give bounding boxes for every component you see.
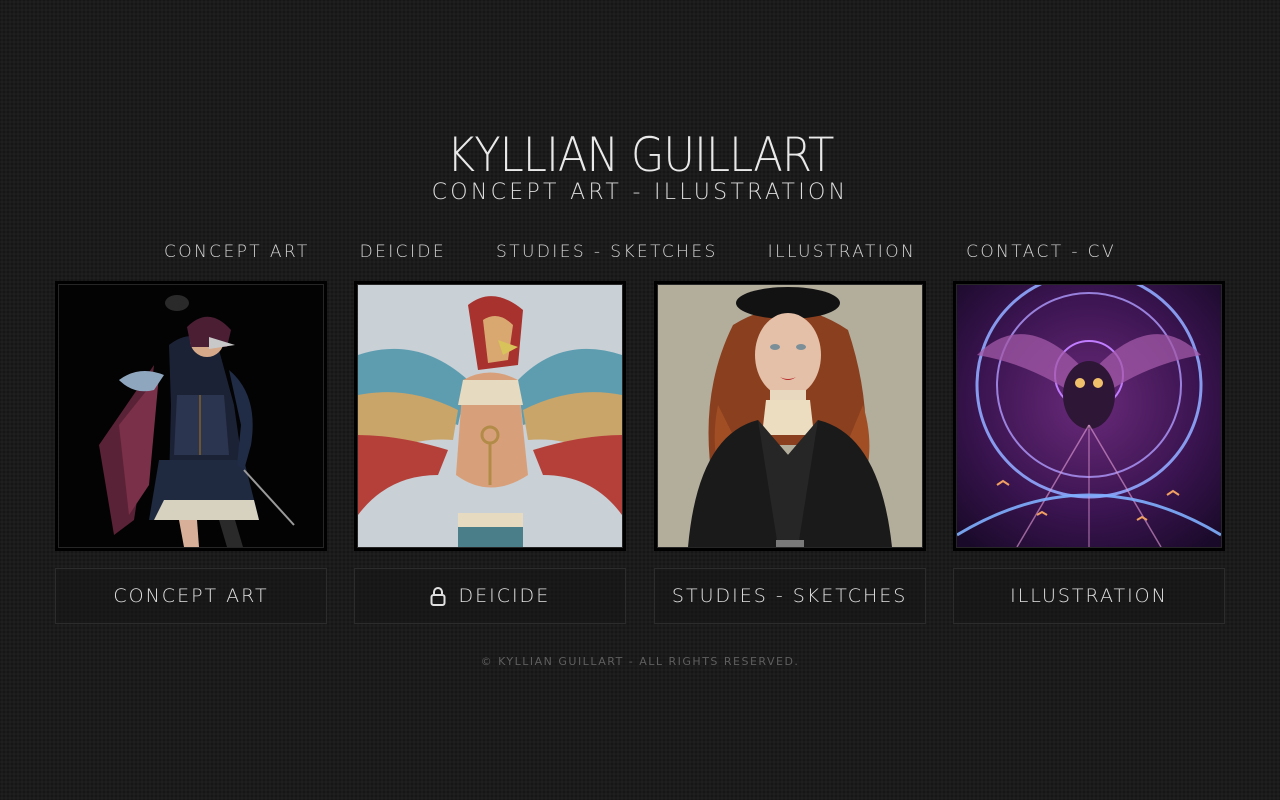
gallery-label-illustration[interactable]: ILLUSTRATION bbox=[952, 568, 1225, 624]
gallery-card-illustration: ILLUSTRATION bbox=[952, 281, 1225, 624]
gallery-label-concept-art[interactable]: CONCEPT ART bbox=[55, 568, 327, 624]
gallery-card-concept-art: CONCEPT ART bbox=[55, 281, 327, 624]
thumbnail-concept-art[interactable] bbox=[55, 281, 327, 551]
gallery-label-text: DEICIDE bbox=[458, 585, 551, 607]
gallery-label-text: STUDIES - SKETCHES bbox=[671, 585, 908, 607]
site-title[interactable]: KYLLIAN GUILLART bbox=[447, 128, 835, 184]
site-header: KYLLIAN GUILLART CONCEPT ART - ILLUSTRAT… bbox=[0, 128, 1280, 206]
thumbnail-deicide[interactable] bbox=[354, 281, 627, 551]
owl-mandala-image bbox=[955, 284, 1222, 548]
gallery-label-text: ILLUSTRATION bbox=[1010, 585, 1168, 607]
nav-item-studies-sketches[interactable]: STUDIES - SKETCHES bbox=[471, 240, 743, 264]
gallery-card-deicide: DEICIDE bbox=[354, 281, 627, 624]
falcon-headed-god-image bbox=[357, 284, 624, 548]
nav-item-contact-cv[interactable]: CONTACT - CV bbox=[941, 240, 1141, 264]
nav-item-concept-art[interactable]: CONCEPT ART bbox=[139, 240, 335, 264]
crow-masked-warrior-image bbox=[58, 284, 324, 548]
main-nav: CONCEPT ART DEICIDE STUDIES - SKETCHES I… bbox=[0, 240, 1280, 264]
nav-item-illustration[interactable]: ILLUSTRATION bbox=[743, 240, 941, 264]
gallery-label-text: CONCEPT ART bbox=[113, 585, 269, 607]
nav-item-deicide[interactable]: DEICIDE bbox=[335, 240, 471, 264]
thumbnail-studies-sketches[interactable] bbox=[653, 281, 926, 551]
gallery-label-studies-sketches[interactable]: STUDIES - SKETCHES bbox=[653, 568, 926, 624]
lock-icon bbox=[430, 586, 446, 606]
thumbnail-illustration[interactable] bbox=[952, 281, 1225, 551]
gallery-card-studies-sketches: STUDIES - SKETCHES bbox=[653, 281, 926, 624]
gallery-label-deicide[interactable]: DEICIDE bbox=[354, 568, 627, 624]
woman-in-beret-portrait-image bbox=[656, 284, 923, 548]
footer-copyright: © KYLLIAN GUILLART - ALL RIGHTS RESERVED… bbox=[480, 655, 800, 668]
gallery-grid: CONCEPT ART DEICIDE STUDIES - SKETCHES I… bbox=[55, 281, 1225, 624]
